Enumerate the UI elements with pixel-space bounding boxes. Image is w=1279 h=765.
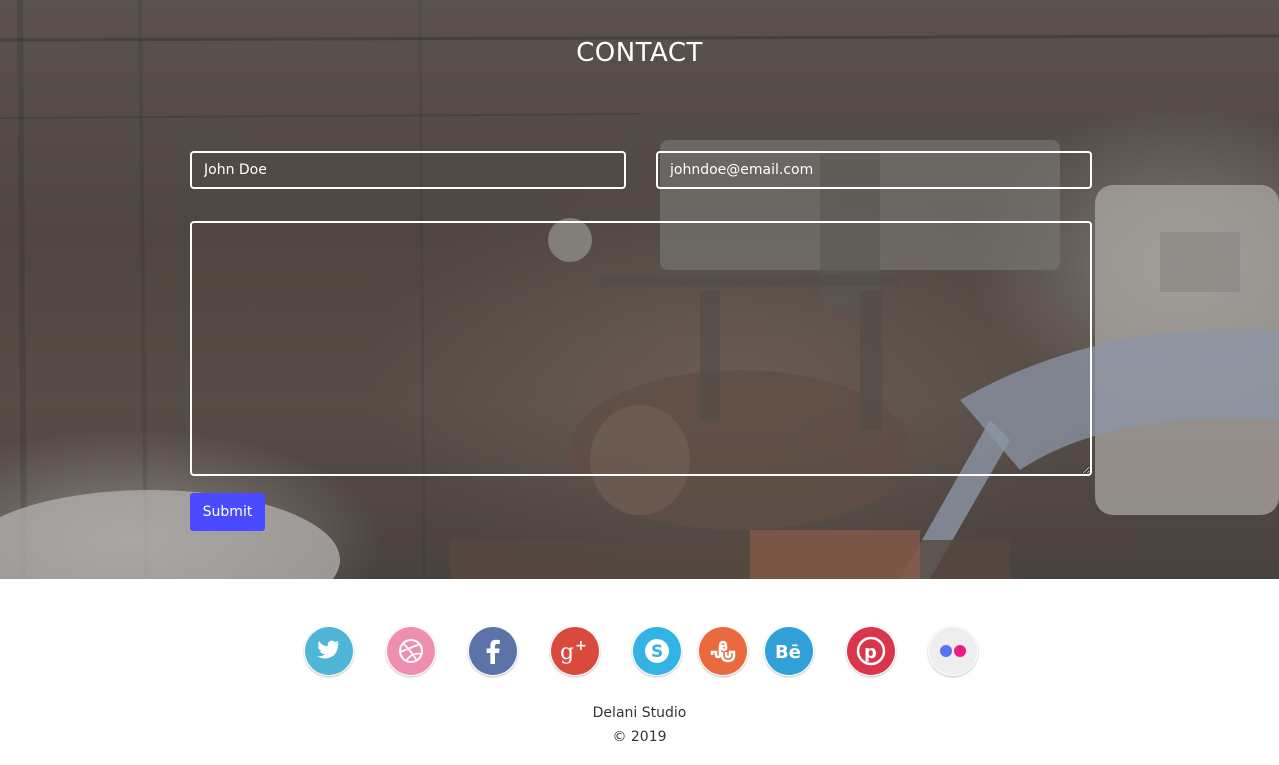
svg-text:+: + bbox=[575, 638, 587, 654]
message-textarea[interactable] bbox=[190, 221, 1092, 476]
facebook-icon[interactable] bbox=[468, 626, 518, 676]
submit-button[interactable]: Submit bbox=[190, 493, 265, 531]
svg-text:Bē: Bē bbox=[775, 642, 801, 663]
pinterest-icon[interactable]: p bbox=[846, 626, 896, 676]
behance-icon[interactable]: Bē bbox=[764, 626, 814, 676]
google-plus-icon[interactable]: g + bbox=[550, 626, 600, 676]
skype-icon[interactable]: S bbox=[632, 626, 682, 676]
copyright-text: © 2019 bbox=[612, 729, 667, 745]
svg-text:p: p bbox=[864, 642, 877, 663]
twitter-icon[interactable] bbox=[304, 626, 354, 676]
contact-section: CONTACT Submit bbox=[0, 0, 1279, 579]
flickr-icon[interactable] bbox=[928, 626, 978, 676]
name-input[interactable] bbox=[190, 151, 626, 189]
contact-title: CONTACT bbox=[576, 38, 703, 68]
footer: g + S Bē p Delani Studio © 2019 bbox=[0, 579, 1279, 765]
svg-text:S: S bbox=[651, 642, 663, 662]
studio-name: Delani Studio bbox=[592, 705, 687, 721]
stumbleupon-icon[interactable] bbox=[698, 626, 748, 676]
dribbble-icon[interactable] bbox=[386, 626, 436, 676]
email-input[interactable] bbox=[656, 151, 1092, 189]
svg-text:g: g bbox=[560, 640, 574, 665]
